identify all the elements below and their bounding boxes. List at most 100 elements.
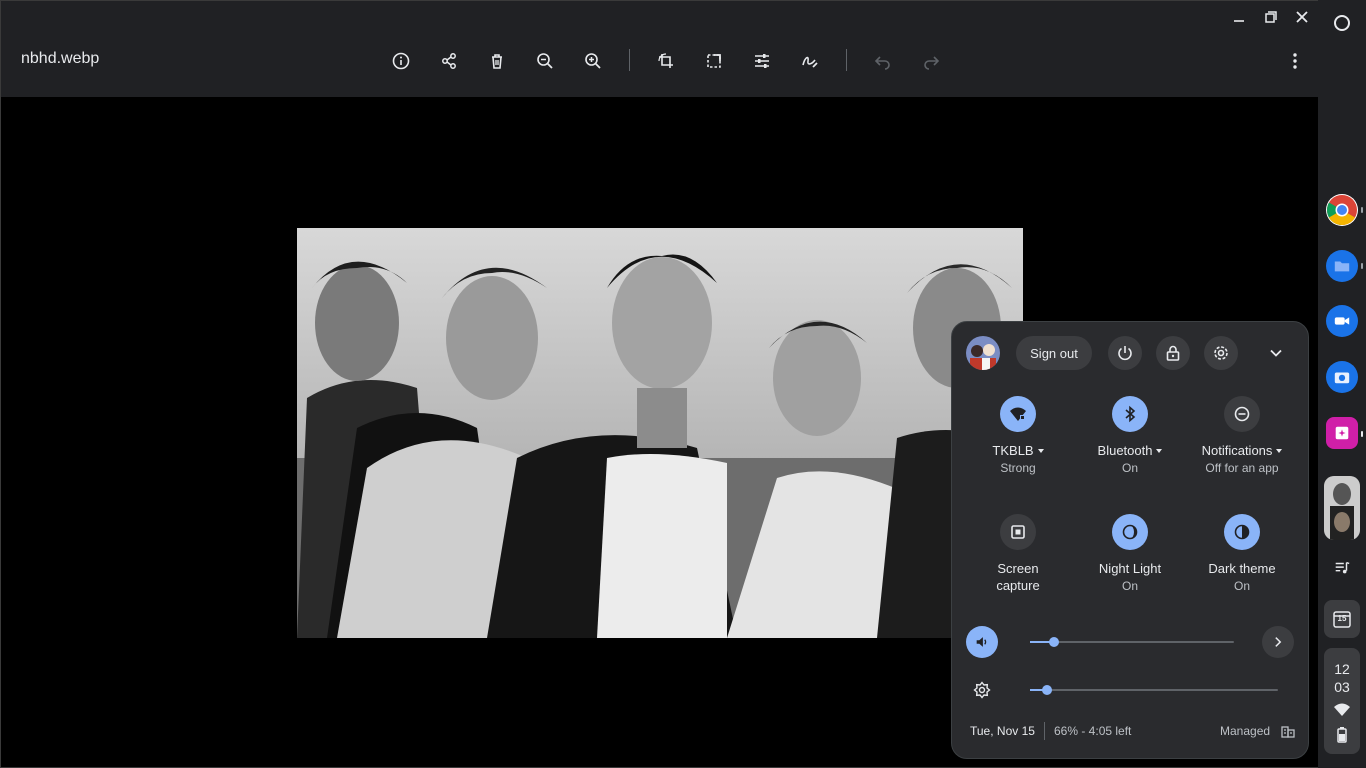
night-light-icon [1122,524,1138,540]
night-light-tile[interactable]: Night Light On [1075,514,1185,594]
minimize-icon [1234,20,1244,22]
managed-label[interactable]: Managed [1220,724,1270,738]
settings-button[interactable] [1204,336,1238,370]
collapse-button[interactable] [1264,341,1288,365]
restore-button[interactable] [1259,5,1283,29]
battery-icon [1337,727,1347,743]
wifi-icon [1334,703,1350,716]
dropdown-icon [1037,448,1044,453]
folder-icon [1334,261,1350,272]
audio-settings-button[interactable] [1262,626,1294,658]
sign-out-button[interactable]: Sign out [1016,336,1092,370]
calendar-day: 15 [1337,614,1347,623]
chrome-app[interactable] [1326,194,1358,226]
brightness-slider[interactable] [1030,685,1278,695]
notifications-tile[interactable]: Notifications Off for an app [1187,396,1297,476]
dropdown-icon [1276,448,1283,453]
volume-slider-thumb[interactable] [1049,637,1059,647]
minimize-button[interactable] [1227,5,1251,29]
toolbar-separator [629,49,630,71]
bluetooth-label[interactable]: Bluetooth [1075,442,1185,459]
dropdown-icon [1156,448,1163,453]
launcher-button[interactable] [1331,12,1353,34]
clock-hour: 12 [1334,661,1350,677]
dark-theme-label: Dark theme [1208,561,1276,576]
volume-slider[interactable] [1030,637,1234,647]
rescale-button[interactable] [698,45,730,77]
bluetooth-tile[interactable]: Bluetooth On [1075,396,1185,476]
night-light-toggle[interactable] [1112,514,1148,550]
delete-button[interactable] [481,45,513,77]
brightness-icon-container [966,674,998,706]
brightness-icon [973,681,991,699]
dark-theme-toggle[interactable] [1224,514,1260,550]
info-button[interactable] [385,45,417,77]
quick-settings-panel: Sign out TKBLB Strong Bluetooth On Notif… [951,321,1309,759]
user-avatar[interactable] [966,336,1000,370]
annotate-button[interactable] [794,45,826,77]
lock-icon [1166,345,1180,361]
files-app[interactable] [1326,250,1358,282]
network-toggle[interactable] [1000,396,1036,432]
info-icon [392,52,410,70]
image-thumbnail-icon [1324,476,1360,540]
brightness-slider-thumb[interactable] [1042,685,1052,695]
crop-rotate-icon [658,53,673,68]
power-icon [1118,346,1132,361]
camera-icon [1334,372,1350,384]
do-not-disturb-icon [1234,406,1250,422]
video-camera-icon [1334,317,1350,325]
zoom-out-icon [537,53,553,69]
night-light-status: On [1121,579,1138,593]
gallery-app[interactable] [1326,417,1358,449]
screen-capture-toggle[interactable] [1000,514,1036,550]
close-icon [1296,11,1308,23]
zoom-app[interactable] [1326,305,1358,337]
date-label[interactable]: Tue, Nov 15 [970,724,1035,738]
rotate-button[interactable] [650,45,682,77]
screen-capture-label: Screen capture [996,561,1040,593]
close-button[interactable] [1290,5,1314,29]
file-name: nbhd.webp [21,50,100,67]
rescale-icon [707,54,721,68]
photo [297,228,1023,638]
footer-separator [1044,722,1045,740]
clock-minute: 03 [1334,679,1350,695]
restore-icon [1265,11,1277,23]
undo-icon [874,56,890,70]
dark-theme-tile[interactable]: Dark theme On [1187,514,1297,594]
lighting-filters-button[interactable] [746,45,778,77]
battery-status[interactable]: 66% - 4:05 left [1054,724,1131,738]
zoom-in-icon [585,53,601,69]
lock-button[interactable] [1156,336,1190,370]
share-button[interactable] [433,45,465,77]
gallery-toolbar: nbhd.webp [1,1,1318,97]
zoom-in-button[interactable] [577,45,609,77]
media-controls-button[interactable] [1326,552,1358,584]
network-label[interactable]: TKBLB [963,442,1073,459]
holding-space-thumbnail[interactable] [1324,476,1360,540]
screen-capture-icon [1011,525,1025,539]
screen-capture-tile[interactable]: Screen capture [963,514,1073,594]
annotate-icon [802,56,818,68]
notifications-toggle[interactable] [1224,396,1260,432]
bluetooth-icon [1125,405,1136,423]
camera-app[interactable] [1326,361,1358,393]
trash-icon [492,54,502,69]
tune-icon [755,54,769,68]
redo-button[interactable] [915,45,947,77]
bluetooth-toggle[interactable] [1112,396,1148,432]
chevron-right-icon [1275,637,1282,647]
power-button[interactable] [1108,336,1142,370]
enterprise-icon[interactable] [1280,723,1296,739]
undo-button[interactable] [867,45,899,77]
notifications-label[interactable]: Notifications [1187,442,1297,459]
dark-theme-status: On [1233,579,1250,593]
zoom-out-button[interactable] [529,45,561,77]
gallery-icon [1335,426,1349,440]
dark-theme-icon [1234,524,1250,540]
network-tile[interactable]: TKBLB Strong [963,396,1073,476]
quick-settings-footer: Tue, Nov 15 66% - 4:05 left Managed [952,722,1308,742]
mute-button[interactable] [966,626,998,658]
more-options-button[interactable] [1279,45,1311,77]
